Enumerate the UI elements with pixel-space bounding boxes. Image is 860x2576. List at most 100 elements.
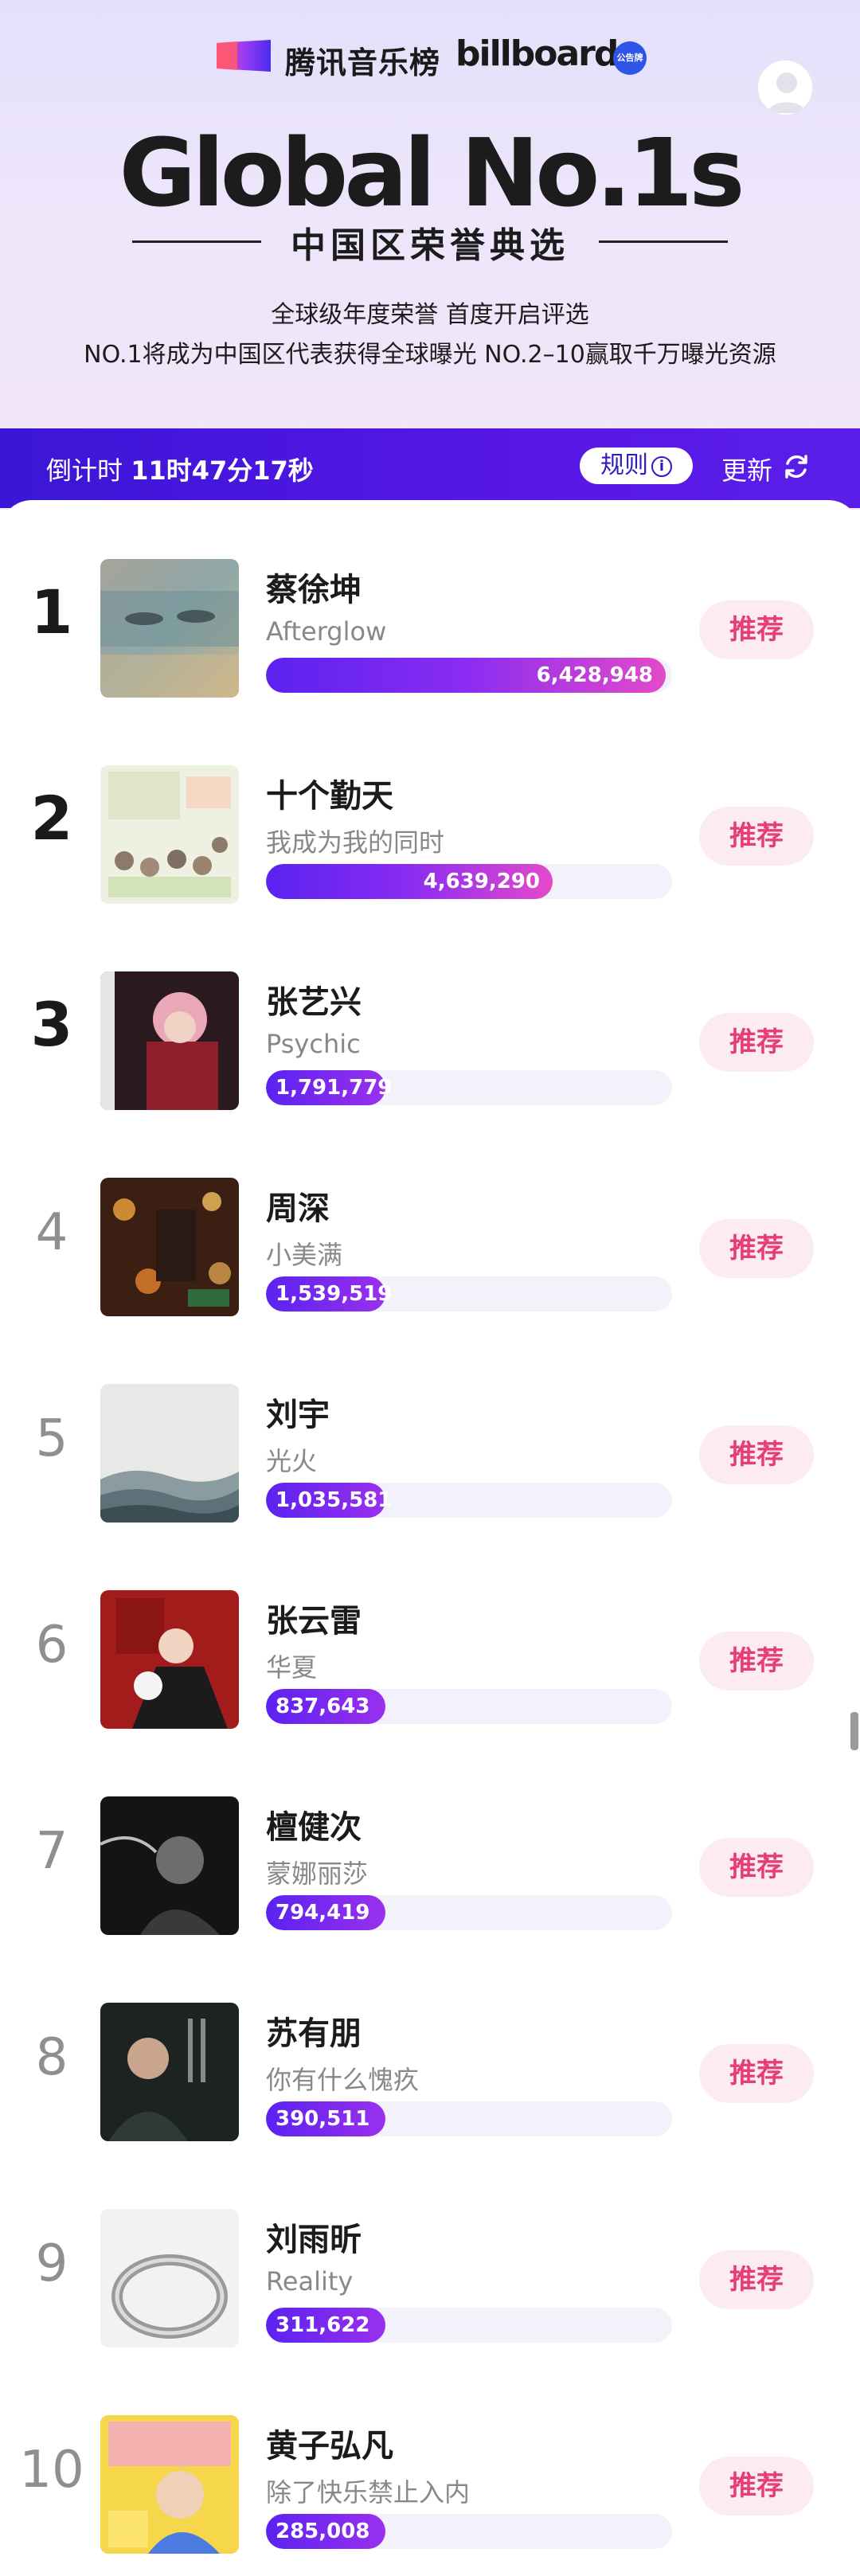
vote-count: 1,539,519 (276, 1282, 393, 1306)
album-cover[interactable] (100, 1178, 239, 1316)
song-title: Psychic (266, 1029, 361, 1059)
rank-number: 1 (30, 577, 73, 647)
rank-number: 4 (35, 1203, 68, 1262)
recommend-button[interactable]: 推荐 (699, 2250, 814, 2309)
ranking-row[interactable]: 5 刘宇 光火 1,035,581 推荐 (0, 1378, 860, 1523)
artist-name: 黄子弘凡 (266, 2428, 393, 2465)
ranking-row[interactable]: 8 苏有朋 你有什么愧疚 390,511 推荐 (0, 1996, 860, 2141)
vote-count: 794,419 (276, 1901, 370, 1925)
song-title: Afterglow (266, 616, 387, 647)
recommend-button[interactable]: 推荐 (699, 1632, 814, 1691)
vote-count: 4,639,290 (423, 870, 540, 893)
recommend-button[interactable]: 推荐 (699, 2044, 814, 2103)
ranking-row[interactable]: 4 周深 小美满 1,539,519 推荐 (0, 1171, 860, 1316)
artist-name: 刘雨昕 (266, 2222, 362, 2258)
vote-bar: 6,428,948 (266, 658, 672, 693)
album-cover-image (100, 765, 239, 904)
song-title: 我成为我的同时 (266, 827, 445, 858)
vote-count: 311,622 (276, 2313, 370, 2337)
vote-count: 1,791,779 (276, 1076, 393, 1100)
album-cover-image (100, 1796, 239, 1935)
artist-name: 刘宇 (266, 1397, 330, 1433)
countdown-label: 倒计时 (46, 455, 123, 486)
album-cover[interactable] (100, 765, 239, 904)
artist-name: 十个勤天 (266, 778, 393, 815)
ranking-row[interactable]: 6 张云雷 华夏 837,643 推荐 (0, 1584, 860, 1729)
rank-number: 6 (35, 1616, 68, 1675)
rank-number: 9 (35, 2234, 68, 2293)
rules-button[interactable]: 规则 i (580, 448, 693, 484)
recommend-button[interactable]: 推荐 (699, 807, 814, 866)
rank-number: 8 (35, 2028, 68, 2087)
song-title: 光火 (266, 1446, 318, 1476)
rank-number: 3 (30, 989, 73, 1060)
recommend-button[interactable]: 推荐 (699, 2457, 814, 2515)
ranking-row[interactable]: 2 十个勤天 我成为我的同时 4,639,290 推荐 (0, 759, 860, 904)
recommend-button[interactable]: 推荐 (699, 1219, 814, 1278)
album-cover-image (100, 1178, 239, 1316)
song-title: 蒙娜丽莎 (266, 1859, 369, 1889)
description-line-2: NO.1将成为中国区代表获得全球曝光 NO.2–10赢取千万曝光资源 (84, 341, 776, 369)
ranking-row[interactable]: 1 蔡徐坤 Afterglow 6,428,948 推荐 (0, 553, 860, 698)
song-title: 你有什么愧疚 (266, 2065, 420, 2095)
album-cover[interactable] (100, 2415, 239, 2554)
scrollbar-thumb[interactable] (850, 1712, 858, 1750)
recommend-button[interactable]: 推荐 (699, 600, 814, 659)
album-cover[interactable] (100, 971, 239, 1110)
tencent-music-chart-name: 腾讯音乐榜 (285, 45, 441, 80)
album-cover-image (100, 2003, 239, 2141)
artist-name: 苏有朋 (266, 2015, 362, 2052)
ranking-row[interactable]: 7 檀健次 蒙娜丽莎 794,419 推荐 (0, 1790, 860, 1935)
billboard-badge: 公告牌 (613, 41, 647, 75)
album-cover-image (100, 2209, 239, 2347)
album-cover-image (100, 1384, 239, 1523)
ranking-row[interactable]: 9 刘雨昕 Reality 311,622 推荐 (0, 2203, 860, 2347)
album-cover-image (100, 2415, 239, 2554)
album-cover[interactable] (100, 2209, 239, 2347)
vote-bar: 390,511 (266, 2101, 672, 2136)
song-title: 华夏 (266, 1652, 318, 1683)
page-subtitle: 中国区荣誉典选 (291, 225, 569, 266)
rank-number: 5 (35, 1409, 68, 1468)
vote-bar: 1,035,581 (266, 1483, 672, 1518)
album-cover-image (100, 971, 239, 1110)
song-title: Reality (266, 2266, 354, 2297)
refresh-icon[interactable] (782, 452, 811, 481)
page-title: Global No.1s (119, 118, 745, 228)
recommend-button[interactable]: 推荐 (699, 1425, 814, 1484)
tencent-music-logo-icon (217, 40, 271, 72)
countdown-bar: 倒计时 11时47分17秒 规则 i 更新 (0, 428, 860, 508)
vote-count: 837,643 (276, 1695, 370, 1718)
artist-name: 张云雷 (266, 1603, 362, 1640)
info-icon: i (651, 456, 672, 477)
album-cover[interactable] (100, 1590, 239, 1729)
ranking-row[interactable]: 10 黄子弘凡 除了快乐禁止入内 285,008 推荐 (0, 2409, 860, 2554)
vote-count: 6,428,948 (536, 663, 653, 687)
album-cover[interactable] (100, 559, 239, 698)
album-cover[interactable] (100, 2003, 239, 2141)
refresh-button[interactable]: 更新 (721, 451, 772, 487)
artist-name: 檀健次 (266, 1809, 362, 1846)
vote-bar: 794,419 (266, 1895, 672, 1930)
artist-name: 蔡徐坤 (266, 572, 362, 608)
vote-count: 390,511 (276, 2107, 370, 2131)
recommend-button[interactable]: 推荐 (699, 1838, 814, 1897)
recommend-button[interactable]: 推荐 (699, 1013, 814, 1072)
artist-name: 张艺兴 (266, 984, 362, 1021)
album-cover[interactable] (100, 1796, 239, 1935)
rank-number: 7 (35, 1822, 68, 1881)
countdown: 倒计时 11时47分17秒 (46, 451, 314, 487)
song-title: 除了快乐禁止入内 (266, 2477, 471, 2508)
brand-row: 腾讯音乐榜 billboard 公告牌 (0, 32, 860, 116)
ranking-row[interactable]: 3 张艺兴 Psychic 1,791,779 推荐 (0, 965, 860, 1110)
subtitle-divider-left (132, 240, 261, 243)
vote-bar: 285,008 (266, 2514, 672, 2549)
vote-count: 1,035,581 (276, 1488, 393, 1512)
user-avatar[interactable] (756, 59, 814, 116)
album-cover-image (100, 1590, 239, 1729)
billboard-logo: billboard (455, 33, 619, 74)
album-cover[interactable] (100, 1384, 239, 1523)
vote-bar: 1,539,519 (266, 1276, 672, 1311)
rules-label: 规则 (600, 451, 648, 479)
vote-bar: 837,643 (266, 1689, 672, 1724)
